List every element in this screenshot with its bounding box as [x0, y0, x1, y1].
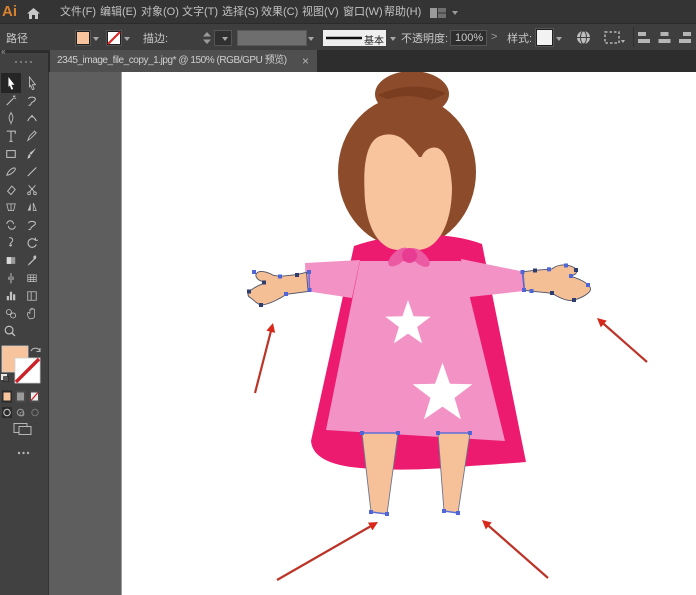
svg-text:«: «: [1, 47, 6, 56]
